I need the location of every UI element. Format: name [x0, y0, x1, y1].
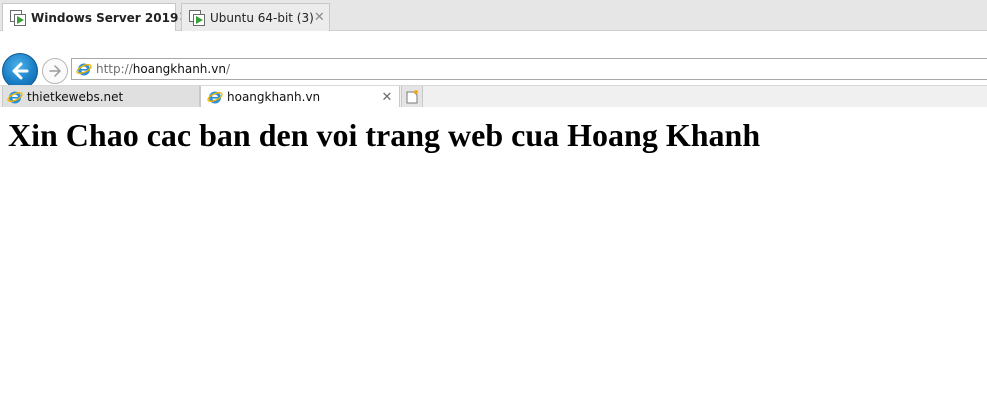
ie-icon	[7, 91, 23, 103]
vm-tab-label: Ubuntu 64-bit (3)	[210, 10, 314, 25]
browser-tab-strip: thietkewebs.net hoangkhanh.vn ✕	[0, 85, 987, 108]
forward-arrow-icon	[49, 65, 61, 77]
address-host: hoangkhanh.vn	[132, 62, 226, 76]
back-arrow-icon	[12, 62, 29, 80]
page-content: Xin Chao cac ban den voi trang web cua H…	[0, 107, 987, 420]
tab-label: hoangkhanh.vn	[227, 90, 321, 104]
tab-hoangkhanh[interactable]: hoangkhanh.vn ✕	[200, 86, 400, 108]
close-icon[interactable]: ✕	[380, 90, 394, 105]
tab-label: thietkewebs.net	[27, 89, 124, 104]
close-icon[interactable]: ✕	[314, 10, 325, 25]
ie-icon	[76, 63, 92, 76]
vm-icon	[189, 9, 205, 26]
vm-tab-label: Windows Server 2019	[31, 10, 179, 25]
vm-tab-windows-server[interactable]: Windows Server 2019 ✕	[2, 3, 189, 31]
tab-thietkewebs[interactable]: thietkewebs.net	[2, 86, 200, 108]
vm-icon	[10, 9, 26, 26]
address-bar[interactable]: http://hoangkhanh.vn /	[71, 58, 987, 80]
ie-icon	[207, 91, 223, 104]
vm-tab-strip: Windows Server 2019 ✕ Ubuntu 64-bit (3) …	[0, 0, 987, 31]
vm-tab-ubuntu[interactable]: Ubuntu 64-bit (3) ✕	[181, 3, 330, 31]
browser-nav-bar: http://hoangkhanh.vn /	[0, 52, 987, 89]
address-path: /	[225, 62, 230, 76]
page-heading: Xin Chao cac ban den voi trang web cua H…	[8, 117, 761, 153]
address-scheme: http://	[96, 62, 133, 76]
new-tab-icon	[406, 89, 418, 103]
back-button[interactable]	[2, 53, 38, 89]
forward-button[interactable]	[42, 58, 68, 84]
new-tab-button[interactable]	[401, 86, 423, 108]
